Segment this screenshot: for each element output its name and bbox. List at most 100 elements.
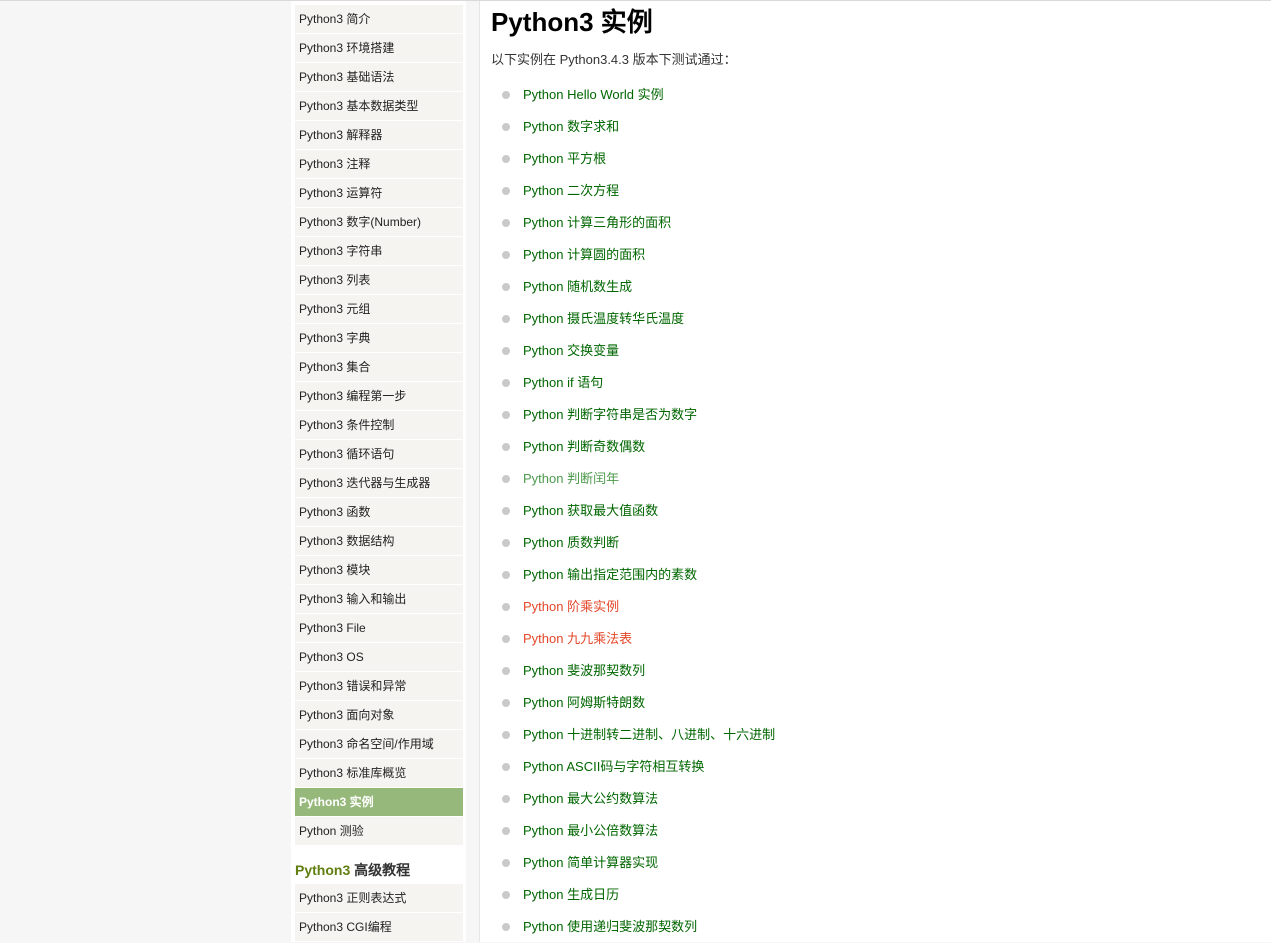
sidebar-item[interactable]: Python3 输入和输出 bbox=[295, 585, 463, 614]
sidebar-item[interactable]: Python3 函数 bbox=[295, 498, 463, 527]
sidebar-item-active[interactable]: Python3 实例 bbox=[295, 788, 463, 817]
example-list-item: Python 生成日历 bbox=[502, 879, 775, 911]
bullet-icon bbox=[502, 443, 510, 451]
example-list-item: Python 简单计算器实现 bbox=[502, 847, 775, 879]
example-link[interactable]: Python ASCII码与字符相互转换 bbox=[523, 751, 704, 783]
bullet-icon bbox=[502, 91, 510, 99]
sidebar-item[interactable]: Python3 条件控制 bbox=[295, 411, 463, 440]
example-link[interactable]: Python 最小公倍数算法 bbox=[523, 815, 658, 847]
sidebar-item[interactable]: Python3 迭代器与生成器 bbox=[295, 469, 463, 498]
sidebar-item[interactable]: Python3 循环语句 bbox=[295, 440, 463, 469]
sidebar-item[interactable]: Python3 命名空间/作用域 bbox=[295, 730, 463, 759]
bullet-icon bbox=[502, 603, 510, 611]
example-list-item: Python 判断奇数偶数 bbox=[502, 431, 775, 463]
bullet-icon bbox=[502, 347, 510, 355]
example-list-item: Python 输出指定范围内的素数 bbox=[502, 559, 775, 591]
example-list-item: Python 斐波那契数列 bbox=[502, 655, 775, 687]
example-link[interactable]: Python 二次方程 bbox=[523, 175, 619, 207]
bullet-icon bbox=[502, 251, 510, 259]
sidebar-item[interactable]: Python3 数据结构 bbox=[295, 527, 463, 556]
example-list-item: Python 交换变量 bbox=[502, 335, 775, 367]
sidebar-item[interactable]: Python3 简介 bbox=[295, 5, 463, 34]
example-link[interactable]: Python 平方根 bbox=[523, 143, 606, 175]
example-list-item: Python 最大公约数算法 bbox=[502, 783, 775, 815]
example-link[interactable]: Python 生成日历 bbox=[523, 879, 619, 911]
example-link[interactable]: Python 阶乘实例 bbox=[523, 591, 619, 623]
example-link[interactable]: Python 十进制转二进制、八进制、十六进制 bbox=[523, 719, 775, 751]
example-link[interactable]: Python 判断奇数偶数 bbox=[523, 431, 645, 463]
bullet-icon bbox=[502, 795, 510, 803]
sidebar-item[interactable]: Python3 运算符 bbox=[295, 179, 463, 208]
bullet-icon bbox=[502, 219, 510, 227]
example-list-item: Python 摄氏温度转华氏温度 bbox=[502, 303, 775, 335]
sidebar-item-advanced[interactable]: Python3 正则表达式 bbox=[295, 884, 463, 913]
sidebar-item[interactable]: Python3 OS bbox=[295, 643, 463, 672]
main-content: Python3 实例 以下实例在 Python3.4.3 版本下测试通过： Py… bbox=[479, 1, 1271, 942]
example-link[interactable]: Python 输出指定范围内的素数 bbox=[523, 559, 697, 591]
sidebar-item[interactable]: Python3 列表 bbox=[295, 266, 463, 295]
example-list-item: Python ASCII码与字符相互转换 bbox=[502, 751, 775, 783]
example-list-item: Python 阿姆斯特朗数 bbox=[502, 687, 775, 719]
bullet-icon bbox=[502, 827, 510, 835]
example-link[interactable]: Python 判断字符串是否为数字 bbox=[523, 399, 697, 431]
sidebar-item[interactable]: Python3 环境搭建 bbox=[295, 34, 463, 63]
example-list-item: Python 质数判断 bbox=[502, 527, 775, 559]
example-link[interactable]: Python Hello World 实例 bbox=[523, 79, 664, 111]
sidebar-item[interactable]: Python3 字典 bbox=[295, 324, 463, 353]
example-list-item: Python 二次方程 bbox=[502, 175, 775, 207]
example-list-item: Python 数字求和 bbox=[502, 111, 775, 143]
example-list-item: Python 随机数生成 bbox=[502, 271, 775, 303]
bullet-icon bbox=[502, 923, 510, 931]
sidebar-item[interactable]: Python3 模块 bbox=[295, 556, 463, 585]
example-list-item: Python 使用递归斐波那契数列 bbox=[502, 911, 775, 943]
example-link[interactable]: Python if 语句 bbox=[523, 367, 603, 399]
bullet-icon bbox=[502, 379, 510, 387]
bullet-icon bbox=[502, 411, 510, 419]
example-link[interactable]: Python 简单计算器实现 bbox=[523, 847, 658, 879]
example-link[interactable]: Python 获取最大值函数 bbox=[523, 495, 658, 527]
intro-text: 以下实例在 Python3.4.3 版本下测试通过： bbox=[491, 52, 737, 67]
section-heading-title: 高级教程 bbox=[350, 862, 411, 878]
example-list-item: Python if 语句 bbox=[502, 367, 775, 399]
sidebar-item[interactable]: Python3 标准库概览 bbox=[295, 759, 463, 788]
example-link[interactable]: Python 使用递归斐波那契数列 bbox=[523, 911, 697, 943]
example-link[interactable]: Python 九九乘法表 bbox=[523, 623, 632, 655]
sidebar-item[interactable]: Python3 元组 bbox=[295, 295, 463, 324]
example-link[interactable]: Python 随机数生成 bbox=[523, 271, 632, 303]
example-link[interactable]: Python 质数判断 bbox=[523, 527, 619, 559]
example-link[interactable]: Python 数字求和 bbox=[523, 111, 619, 143]
bullet-icon bbox=[502, 283, 510, 291]
section-heading-accent: Python3 bbox=[295, 862, 351, 878]
bullet-icon bbox=[502, 155, 510, 163]
sidebar-item-advanced[interactable]: Python3 CGI编程 bbox=[295, 913, 463, 942]
sidebar-item[interactable]: Python3 基础语法 bbox=[295, 63, 463, 92]
example-list-item: Python 平方根 bbox=[502, 143, 775, 175]
example-link[interactable]: Python 斐波那契数列 bbox=[523, 655, 645, 687]
sidebar-nav-list: Python3 简介 Python3 环境搭建 Python3 基础语法 Python… bbox=[295, 5, 463, 942]
sidebar-item[interactable]: Python3 注释 bbox=[295, 150, 463, 179]
example-list-item: Python Hello World 实例 bbox=[502, 79, 775, 111]
sidebar-item[interactable]: Python3 集合 bbox=[295, 353, 463, 382]
bullet-icon bbox=[502, 315, 510, 323]
sidebar-item[interactable]: Python3 基本数据类型 bbox=[295, 92, 463, 121]
sidebar-item[interactable]: Python 测验 bbox=[295, 817, 463, 846]
example-link[interactable]: Python 最大公约数算法 bbox=[523, 783, 658, 815]
sidebar-item[interactable]: Python3 解释器 bbox=[295, 121, 463, 150]
example-link[interactable]: Python 阿姆斯特朗数 bbox=[523, 687, 645, 719]
bullet-icon bbox=[502, 635, 510, 643]
bullet-icon bbox=[502, 475, 510, 483]
example-link[interactable]: Python 计算三角形的面积 bbox=[523, 207, 671, 239]
sidebar-item[interactable]: Python3 面向对象 bbox=[295, 701, 463, 730]
example-link[interactable]: Python 交换变量 bbox=[523, 335, 619, 367]
bullet-icon bbox=[502, 571, 510, 579]
example-link[interactable]: Python 摄氏温度转华氏温度 bbox=[523, 303, 684, 335]
bullet-icon bbox=[502, 891, 510, 899]
sidebar-item[interactable]: Python3 File bbox=[295, 614, 463, 643]
bullet-icon bbox=[502, 187, 510, 195]
sidebar-item[interactable]: Python3 编程第一步 bbox=[295, 382, 463, 411]
sidebar-item[interactable]: Python3 错误和异常 bbox=[295, 672, 463, 701]
example-link[interactable]: Python 计算圆的面积 bbox=[523, 239, 645, 271]
example-link[interactable]: Python 判断闰年 bbox=[523, 463, 619, 495]
sidebar-item[interactable]: Python3 字符串 bbox=[295, 237, 463, 266]
sidebar-item[interactable]: Python3 数字(Number) bbox=[295, 208, 463, 237]
